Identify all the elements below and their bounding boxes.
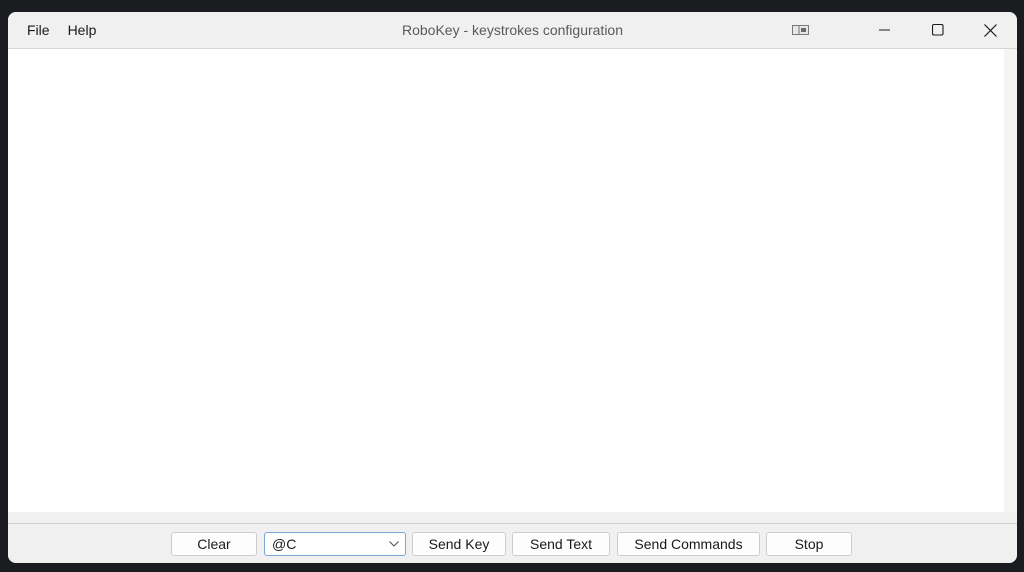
key-combo-value: @C [272, 536, 297, 552]
minimize-button[interactable] [858, 12, 912, 48]
menu-file[interactable]: File [18, 22, 59, 38]
send-key-button[interactable]: Send Key [412, 532, 506, 556]
snap-layout-icon[interactable] [788, 12, 814, 48]
menu-help[interactable]: Help [59, 22, 106, 38]
text-editor-area[interactable] [8, 49, 1004, 512]
maximize-icon [932, 24, 944, 36]
app-window: File Help RoboKey - keystrokes configura… [8, 12, 1017, 563]
title-bar: File Help RoboKey - keystrokes configura… [8, 12, 1017, 49]
key-combo-select[interactable]: @C [264, 532, 406, 556]
vertical-scrollbar[interactable] [1004, 49, 1017, 512]
clear-button[interactable]: Clear [171, 532, 257, 556]
window-title: RoboKey - keystrokes configuration [402, 22, 623, 38]
bottom-toolbar: Clear @C Send Key Send Text Send Command… [8, 524, 1017, 563]
send-text-button[interactable]: Send Text [512, 532, 610, 556]
minimize-icon [879, 29, 890, 31]
chevron-down-icon[interactable] [383, 533, 405, 555]
close-icon [984, 23, 997, 37]
menu-bar: File Help [18, 12, 105, 48]
stop-button[interactable]: Stop [766, 532, 852, 556]
status-strip [8, 512, 1017, 524]
maximize-button[interactable] [911, 12, 965, 48]
close-button[interactable] [964, 12, 1017, 48]
send-commands-button[interactable]: Send Commands [617, 532, 760, 556]
